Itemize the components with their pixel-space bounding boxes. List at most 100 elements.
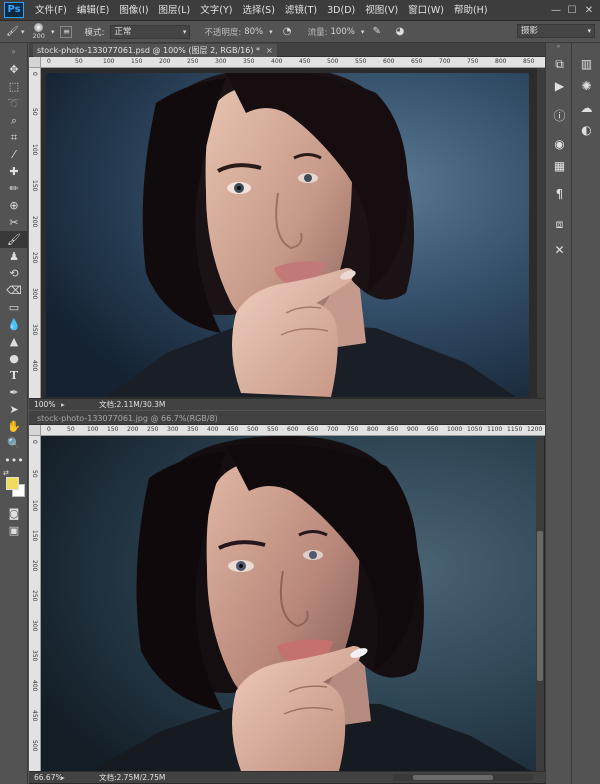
status-menu-arrow-icon[interactable]: ▸: [61, 399, 65, 410]
ruler-tick-label: 850: [387, 426, 399, 433]
zoom-level[interactable]: 100%: [34, 399, 55, 410]
menu-file[interactable]: 文件(F): [30, 0, 72, 21]
character-icon[interactable]: ¶: [546, 183, 573, 205]
menu-layer[interactable]: 图层(L): [154, 0, 196, 21]
document-tab-jpg[interactable]: stock-photo-133077061.jpg @ 66.7%(RGB/8): [29, 411, 545, 425]
ruler-tick-label: 50: [67, 426, 75, 433]
type-icon[interactable]: T: [0, 367, 28, 384]
quick-mask-icon[interactable]: ◙: [0, 505, 28, 522]
dropdown-arrow-icon[interactable]: ▾: [21, 28, 25, 36]
dodge-icon[interactable]: ●: [0, 350, 28, 367]
pressure-opacity-icon[interactable]: ◔: [281, 25, 294, 38]
screen-mode-icon[interactable]: ▣: [0, 522, 28, 539]
more-tools-icon[interactable]: •••: [0, 452, 28, 469]
menu-help[interactable]: 帮助(H): [449, 0, 493, 21]
brush-icon[interactable]: 🖌: [0, 231, 28, 248]
vertical-scrollbar[interactable]: [537, 68, 545, 398]
actions-icon[interactable]: ▶: [546, 75, 573, 97]
workspace-select[interactable]: 摄影 ▾: [517, 24, 595, 38]
move-icon[interactable]: ✥: [0, 61, 28, 78]
tool-presets-icon[interactable]: ✕: [546, 239, 573, 261]
photo-canvas-edited[interactable]: [46, 73, 529, 397]
opacity-value[interactable]: 80%: [244, 27, 263, 37]
document-tab-psd[interactable]: stock-photo-133077061.psd @ 100% (图层 2, …: [29, 43, 545, 57]
maximize-button[interactable]: ☐: [564, 0, 580, 21]
foreground-color-swatch[interactable]: [6, 477, 19, 490]
gradient-icon[interactable]: ▭: [0, 299, 28, 316]
chevron-down-icon: ▾: [587, 27, 591, 35]
hand-icon[interactable]: ✋: [0, 418, 28, 435]
pencil-icon[interactable]: ✏: [0, 180, 28, 197]
ruler-tick-label: 450: [227, 426, 239, 433]
swatches-icon[interactable]: ▦: [546, 155, 573, 177]
brush-tool-icon[interactable]: 🖌: [6, 25, 19, 38]
ruler-tick-label: 200: [31, 216, 38, 228]
blur-icon[interactable]: 💧: [0, 316, 28, 333]
brush-preset-arrow-icon[interactable]: ▾: [51, 28, 55, 36]
info-icon[interactable]: ⓘ: [546, 105, 573, 127]
crop-icon[interactable]: ⌗: [0, 129, 28, 146]
styles-icon[interactable]: ◐: [573, 119, 600, 141]
flow-value[interactable]: 100%: [331, 27, 355, 37]
history-icon[interactable]: ⧉: [546, 53, 573, 75]
path-select-icon[interactable]: ➤: [0, 401, 28, 418]
eraser-icon[interactable]: ⌫: [0, 282, 28, 299]
document-window-jpg: stock-photo-133077061.jpg @ 66.7%(RGB/8)…: [29, 411, 545, 784]
ruler-tick-label: 400: [31, 360, 38, 372]
minimize-button[interactable]: —: [548, 0, 564, 21]
brush-panel-icon[interactable]: ≡: [60, 25, 73, 38]
vertical-scrollbar[interactable]: [536, 436, 544, 771]
pressure-size-icon[interactable]: ◕: [393, 25, 406, 38]
sharpen-icon[interactable]: ▲: [0, 333, 28, 350]
ruler-origin[interactable]: [29, 57, 41, 68]
canvas-area[interactable]: [41, 436, 536, 771]
history-brush-icon[interactable]: ✂: [0, 214, 28, 231]
marquee-icon[interactable]: ⬚: [0, 78, 28, 95]
quick-select-icon[interactable]: ⌕: [0, 112, 28, 129]
art-history-icon[interactable]: ⟲: [0, 265, 28, 282]
airbrush-icon[interactable]: ✎: [370, 25, 383, 38]
ruler-tick-label: 450: [299, 58, 311, 65]
horizontal-scrollbar[interactable]: [393, 774, 533, 781]
stamp-icon[interactable]: ♟: [0, 248, 28, 265]
pen-icon[interactable]: ✒: [0, 384, 28, 401]
ruler-tick-label: 800: [367, 426, 379, 433]
healing-icon[interactable]: ✚: [0, 163, 28, 180]
tab-close-icon[interactable]: ×: [266, 46, 273, 55]
brush-preset-picker[interactable]: 200: [33, 23, 45, 40]
clone-stamp-icon[interactable]: ⊕: [0, 197, 28, 214]
lasso-icon[interactable]: ➰: [0, 95, 28, 112]
brightness-icon[interactable]: ✺: [573, 75, 600, 97]
libraries-icon[interactable]: ☁: [573, 97, 600, 119]
panel-collapse-icon[interactable]: «: [546, 43, 571, 53]
menu-image[interactable]: 图像(I): [114, 0, 153, 21]
close-button[interactable]: ✕: [581, 0, 597, 21]
ruler-origin[interactable]: [29, 425, 41, 436]
paragraph-icon[interactable]: ⧈: [546, 213, 573, 235]
canvas-area[interactable]: [41, 68, 545, 398]
menu-edit[interactable]: 编辑(E): [72, 0, 114, 21]
ruler-tick-label: 500: [247, 426, 259, 433]
menu-filter[interactable]: 滤镜(T): [280, 0, 322, 21]
opacity-arrow-icon[interactable]: ▾: [269, 28, 273, 36]
adjustments-icon[interactable]: ▥: [573, 53, 600, 75]
menu-3d[interactable]: 3D(D): [322, 0, 360, 21]
mode-select[interactable]: 正常 ▾: [110, 24, 191, 39]
menu-view[interactable]: 视图(V): [360, 0, 403, 21]
zoom-icon[interactable]: 🔍: [0, 435, 28, 452]
eyedropper-icon[interactable]: ⁄: [0, 146, 28, 163]
menu-type[interactable]: 文字(Y): [195, 0, 237, 21]
color-icon[interactable]: ◉: [546, 133, 573, 155]
status-menu-arrow-icon[interactable]: ▸: [61, 772, 65, 783]
horizontal-scrollbar-thumb[interactable]: [413, 775, 493, 780]
zoom-level[interactable]: 66.67%: [34, 772, 63, 783]
vertical-scrollbar-thumb[interactable]: [537, 531, 543, 681]
photo-canvas-original[interactable]: [41, 436, 536, 771]
panel-collapse-icon[interactable]: »: [0, 43, 27, 61]
flow-arrow-icon[interactable]: ▾: [361, 28, 365, 36]
default-colors-icon[interactable]: ⇄: [3, 469, 9, 477]
ruler-tick-label: 150: [31, 530, 38, 542]
menu-window[interactable]: 窗口(W): [403, 0, 449, 21]
menu-select[interactable]: 选择(S): [237, 0, 279, 21]
document-size-info: 文档:2.11M/30.3M: [99, 400, 166, 409]
